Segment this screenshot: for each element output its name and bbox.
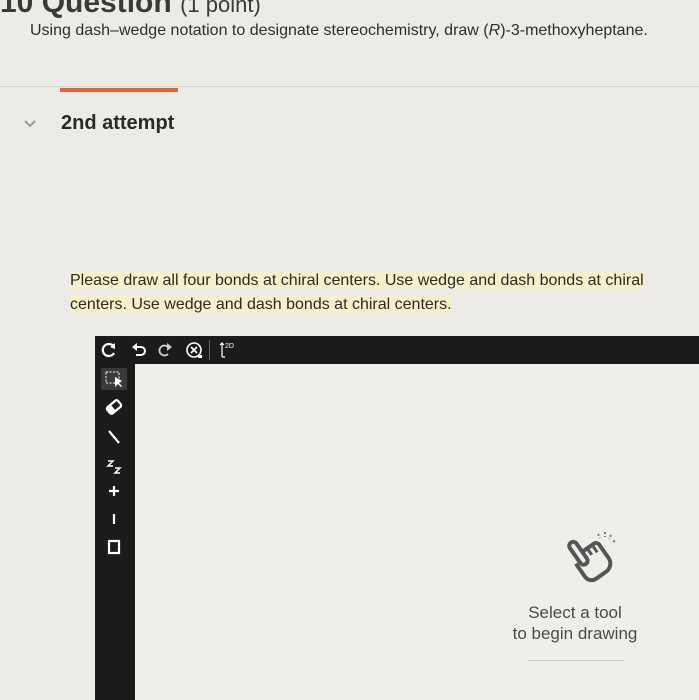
bracket-icon[interactable] (103, 536, 125, 558)
single-bond-icon[interactable] (103, 426, 125, 448)
empty-message-rule (528, 660, 624, 661)
plus-charge-icon[interactable] (103, 480, 125, 502)
empty-message-line2: to begin drawing (512, 624, 638, 643)
reset-icon[interactable] (98, 339, 120, 361)
question-prompt: Using dash–wedge notation to designate s… (30, 22, 648, 40)
editor-left-toolbar (95, 364, 135, 700)
instruction-hint: Please draw all four bonds at chiral cen… (70, 269, 699, 317)
hand-tap-icon (558, 526, 620, 588)
attempt-accent-bar (60, 88, 178, 92)
section-divider (0, 86, 699, 87)
prompt-suffix: )-3-methoxyheptane. (500, 22, 648, 39)
zoom-icon[interactable] (183, 339, 205, 361)
eraser-icon[interactable] (103, 396, 125, 418)
select-icon[interactable] (101, 368, 127, 390)
empty-message-line1: Select a tool (528, 603, 622, 622)
prompt-italic: R (488, 22, 501, 39)
chevron-down-icon[interactable] (22, 116, 38, 132)
redo-icon[interactable] (154, 339, 176, 361)
hint-text: Please draw all four bonds at chiral cen… (70, 272, 644, 313)
bond-types-icon[interactable] (103, 456, 125, 478)
prompt-prefix: Using dash–wedge notation to designate s… (30, 22, 489, 39)
minus-charge-icon[interactable] (103, 508, 125, 530)
toolbar-separator (209, 340, 210, 360)
undo-icon[interactable] (128, 339, 150, 361)
question-heading: 10 Question (1 point) (0, 0, 699, 19)
2d-clean-icon[interactable]: 2D (217, 339, 239, 361)
empty-canvas-message: Select a tool to begin drawing (490, 602, 660, 644)
question-heading-text: 10 Question (0, 0, 172, 19)
attempt-label[interactable]: 2nd attempt (61, 112, 174, 135)
question-points: (1 point) (180, 0, 261, 17)
editor-top-toolbar: 2D (95, 336, 699, 364)
clean-label: 2D (225, 343, 234, 350)
